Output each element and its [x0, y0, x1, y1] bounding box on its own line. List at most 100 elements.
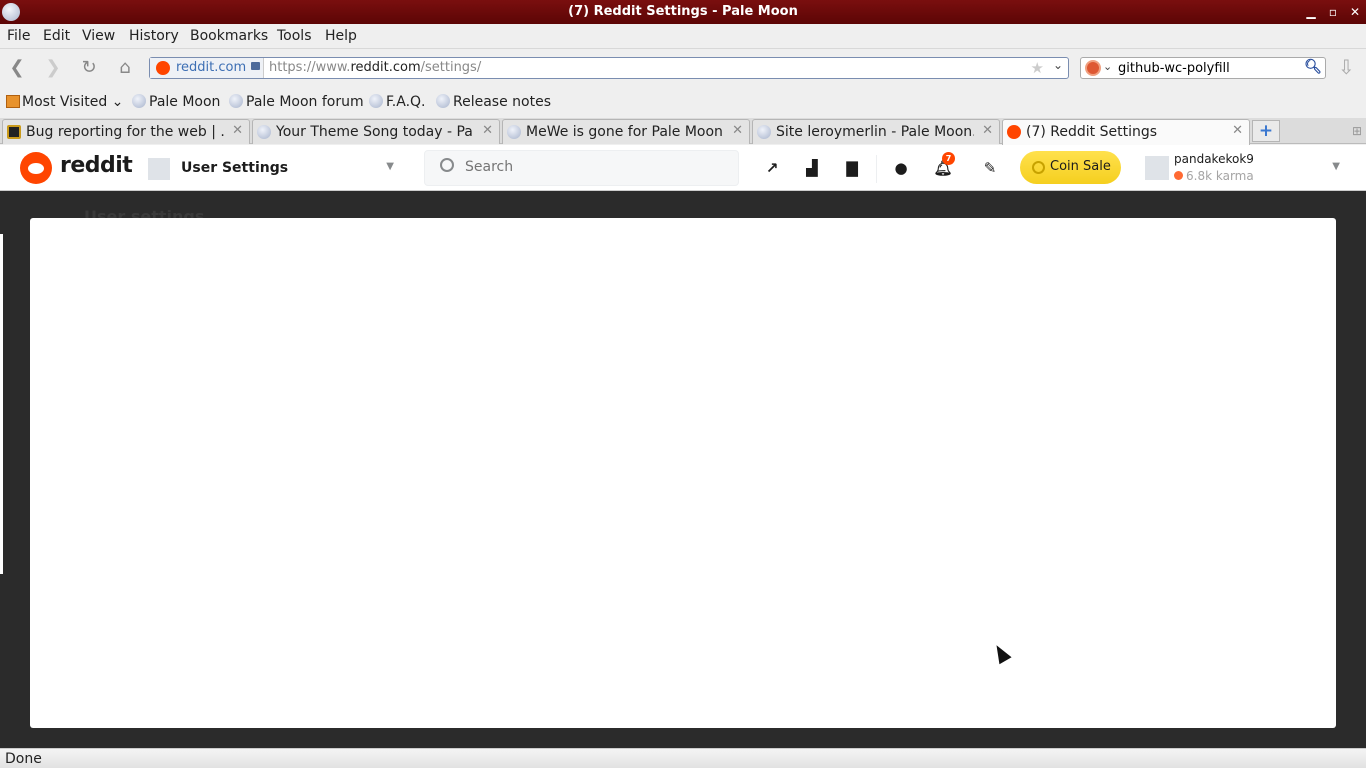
tab-label: Site leroymerlin - Pale Moon... [776, 124, 974, 140]
menu-tools[interactable]: Tools [277, 28, 312, 44]
lock-icon [251, 62, 260, 70]
trending-icon[interactable]: ↗ [761, 157, 783, 179]
bookmark-faq[interactable]: F.A.Q. [369, 94, 426, 110]
search-go-icon[interactable]: 🔍︎ [1304, 59, 1322, 75]
download-icon[interactable]: ⇩ [1338, 55, 1355, 79]
bookmarks-toolbar: Most Visited ⌄ Pale Moon Pale Moon forum… [0, 90, 1366, 116]
tab-label: Bug reporting for the web | ... [26, 124, 224, 140]
settings-avatar-icon [148, 158, 170, 180]
home-icon[interactable]: ⌂ [112, 56, 138, 80]
tab-theme-song[interactable]: Your Theme Song today - Pa... ✕ [252, 119, 500, 144]
tab-list-icon[interactable]: ⊞ [1352, 124, 1362, 138]
community-dropdown[interactable]: User Settings ▼ [146, 153, 402, 183]
bookmark-label: Most Visited [22, 94, 108, 110]
bookmark-pale-moon[interactable]: Pale Moon [132, 94, 220, 110]
caret-down-icon: ▼ [386, 161, 394, 172]
window-title: (7) Reddit Settings - Pale Moon [568, 4, 798, 19]
tab-label: Your Theme Song today - Pa... [276, 124, 474, 140]
tab-mewe[interactable]: MeWe is gone for Pale Moon... ✕ [502, 119, 750, 144]
coin-sale-label: Coin Sale [1050, 159, 1111, 174]
window-titlebar: (7) Reddit Settings - Pale Moon ▁ ▫ ✕ [0, 0, 1366, 24]
globe-icon [369, 94, 383, 108]
menu-help[interactable]: Help [325, 28, 357, 44]
reddit-icon [1007, 125, 1021, 139]
chat-icon[interactable]: ● [890, 157, 912, 179]
menu-view[interactable]: View [82, 28, 115, 44]
duckduckgo-engine-icon[interactable] [1085, 60, 1101, 76]
new-tab-button[interactable]: + [1252, 120, 1280, 142]
leaderboard-icon[interactable]: ▟ [801, 157, 823, 179]
chevron-down-icon: ⌄ [107, 94, 124, 110]
url-prefix: https://www. [269, 60, 351, 75]
folder-icon [6, 95, 20, 108]
reddit-header: reddit User Settings ▼ ↗ ▟ ▇ ● 🔔︎ 7 ✎ Co… [0, 145, 1366, 191]
menu-edit[interactable]: Edit [43, 28, 70, 44]
close-tab-icon[interactable]: ✕ [232, 123, 243, 138]
reddit-search-input[interactable] [465, 159, 725, 175]
bookmark-release-notes[interactable]: Release notes [436, 94, 551, 110]
status-text: Done [5, 751, 42, 767]
user-menu[interactable]: pandakekok9 6.8k karma ▼ [1140, 149, 1350, 187]
header-divider [876, 155, 877, 183]
community-label: User Settings [181, 160, 289, 176]
avatar [1145, 156, 1169, 180]
coin-icon [1032, 161, 1045, 174]
bookmark-label: F.A.Q. [386, 94, 426, 110]
reddit-live-icon[interactable]: ▇ [841, 157, 863, 179]
coin-sale-button[interactable]: Coin Sale [1020, 151, 1121, 184]
globe-icon [507, 125, 521, 139]
url-history-dropdown-icon[interactable]: ⌄ [1053, 58, 1063, 72]
bug-icon [7, 125, 21, 139]
tab-label: MeWe is gone for Pale Moon... [526, 124, 724, 140]
menu-file[interactable]: File [7, 28, 30, 44]
bookmark-label: Release notes [453, 94, 551, 110]
bookmark-star-icon[interactable]: ★ [1031, 59, 1044, 77]
close-tab-icon[interactable]: ✕ [982, 123, 993, 138]
page-content: reddit User Settings ▼ ↗ ▟ ▇ ● 🔔︎ 7 ✎ Co… [0, 145, 1366, 748]
forward-arrow-icon[interactable]: ❯ [40, 56, 66, 80]
search-icon [440, 158, 454, 172]
back-arrow-icon[interactable]: ❮ [4, 56, 30, 80]
bookmark-pale-moon-forum[interactable]: Pale Moon forum [229, 94, 364, 110]
username: pandakekok9 [1174, 152, 1254, 166]
minimize-button[interactable]: ▁ [1302, 3, 1320, 21]
site-identity-label: reddit.com [176, 60, 247, 75]
background-panel-edge [0, 234, 3, 574]
search-input[interactable] [1118, 59, 1298, 77]
globe-icon [757, 125, 771, 139]
reddit-wordmark[interactable]: reddit [60, 153, 133, 178]
url-text[interactable]: https://www.reddit.com/settings/ [269, 60, 481, 75]
menu-history[interactable]: History [129, 28, 179, 44]
menu-bookmarks[interactable]: Bookmarks [190, 28, 268, 44]
reddit-search [424, 150, 739, 186]
engine-dropdown-icon[interactable]: ⌄ [1103, 60, 1112, 73]
tab-reddit-settings[interactable]: (7) Reddit Settings ✕ [1002, 119, 1250, 145]
karma-count: 6.8k karma [1186, 169, 1254, 183]
tab-leroymerlin[interactable]: Site leroymerlin - Pale Moon... ✕ [752, 119, 1000, 144]
bookmark-label: Pale Moon forum [246, 94, 364, 110]
site-identity-button[interactable]: reddit.com [150, 58, 264, 78]
close-window-button[interactable]: ✕ [1346, 3, 1364, 21]
karma-icon [1174, 171, 1183, 180]
create-post-pencil-icon[interactable]: ✎ [979, 157, 1001, 179]
url-path: /settings/ [420, 60, 482, 75]
maximize-button[interactable]: ▫ [1324, 3, 1342, 21]
close-tab-icon[interactable]: ✕ [482, 123, 493, 138]
address-bar[interactable]: reddit.com https://www.reddit.com/settin… [149, 57, 1069, 79]
tab-bug-reporting[interactable]: Bug reporting for the web | ... ✕ [2, 119, 250, 144]
bookmark-label: Pale Moon [149, 94, 221, 110]
reddit-favicon-icon [156, 61, 170, 75]
close-tab-icon[interactable]: ✕ [732, 123, 743, 138]
navigation-toolbar: ❮ ❯ ↻ ⌂ reddit.com https://www.reddit.co… [0, 50, 1366, 86]
bookmark-most-visited[interactable]: Most Visited ⌄ [6, 94, 123, 110]
reload-icon[interactable]: ↻ [76, 56, 102, 80]
caret-down-icon: ▼ [1332, 161, 1340, 172]
menu-bar: File Edit View History Bookmarks Tools H… [0, 24, 1366, 49]
url-domain: reddit.com [350, 60, 421, 75]
close-tab-icon[interactable]: ✕ [1232, 123, 1243, 138]
globe-icon [257, 125, 271, 139]
search-bar: ⌄ 🔍︎ [1080, 57, 1326, 79]
status-bar: Done [0, 748, 1366, 768]
globe-icon [132, 94, 146, 108]
reddit-logo-icon[interactable] [20, 152, 52, 184]
